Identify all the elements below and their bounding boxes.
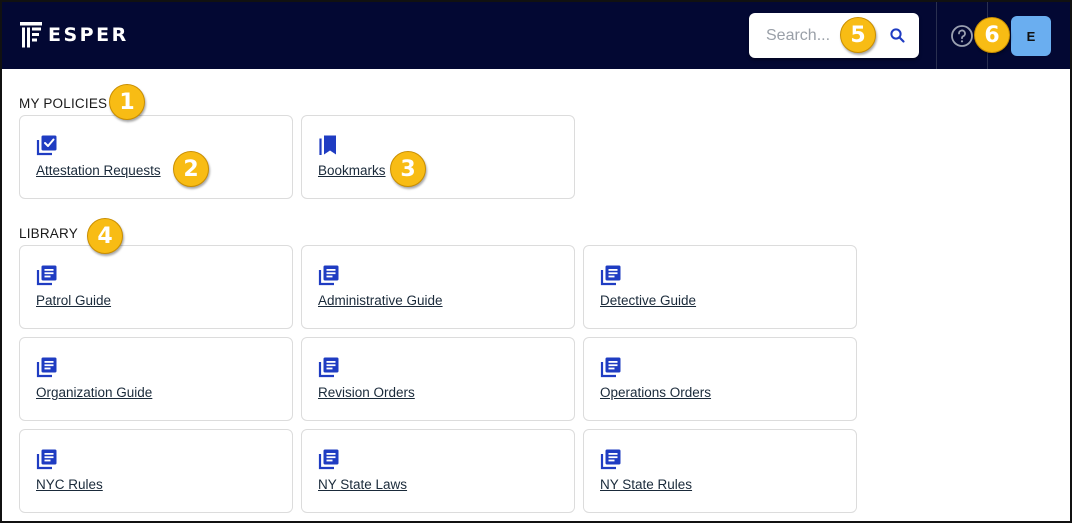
callout-badge-4: 4 [87,218,123,254]
card-ny-state-rules[interactable]: NY State Rules [583,429,857,513]
card-revision-orders[interactable]: Revision Orders [301,337,575,421]
card-label: NYC Rules [36,477,103,492]
library-books-icon [600,264,622,286]
card-label: Revision Orders [318,385,415,400]
library-books-icon [600,448,622,470]
card-ny-state-laws[interactable]: NY State Laws [301,429,575,513]
card-label: Attestation Requests [36,163,161,178]
card-patrol-guide[interactable]: Patrol Guide [19,245,293,329]
card-label: Bookmarks [318,163,386,178]
callout-badge-2: 2 [173,151,209,187]
card-attestation-requests[interactable]: Attestation Requests [19,115,293,199]
brand-name: ESPER [48,24,129,46]
library-heading: LIBRARY [19,226,78,241]
library-books-icon [318,356,340,378]
card-bookmarks[interactable]: Bookmarks [301,115,575,199]
library-books-icon [36,356,58,378]
card-operations-orders[interactable]: Operations Orders [583,337,857,421]
checklist-icon [36,135,57,156]
library-books-icon [600,356,622,378]
card-organization-guide[interactable]: Organization Guide [19,337,293,421]
help-icon[interactable] [950,24,974,48]
my-policies-heading: MY POLICIES [19,96,108,111]
card-label: Operations Orders [600,385,712,400]
callout-badge-5: 5 [840,17,876,53]
callout-badge-1: 1 [109,84,145,120]
callout-badge-3: 3 [390,151,426,187]
library-books-icon [36,264,58,286]
card-label: Detective Guide [600,293,697,308]
esper-logo-icon [20,22,42,48]
library-books-icon [318,264,340,286]
card-label: NY State Laws [318,477,408,492]
card-label: NY State Rules [600,477,693,492]
card-detective-guide[interactable]: Detective Guide [583,245,857,329]
card-label: Administrative Guide [318,293,443,308]
brand-logo[interactable]: ESPER [20,22,129,48]
bookmark-icon [319,135,336,155]
library-books-icon [36,448,58,470]
callout-badge-6: 6 [974,17,1010,53]
card-nyc-rules[interactable]: NYC Rules [19,429,293,513]
library-books-icon [318,448,340,470]
search-box [749,13,919,58]
user-avatar[interactable]: E [1011,16,1051,56]
card-label: Organization Guide [36,385,153,400]
navbar-divider [936,2,937,69]
card-administrative-guide[interactable]: Administrative Guide [301,245,575,329]
card-label: Patrol Guide [36,293,112,308]
top-navbar: ESPER E [2,2,1070,69]
app-window: ESPER E MY POLICIES Attestation Requests [0,0,1072,523]
search-icon[interactable] [888,26,908,46]
